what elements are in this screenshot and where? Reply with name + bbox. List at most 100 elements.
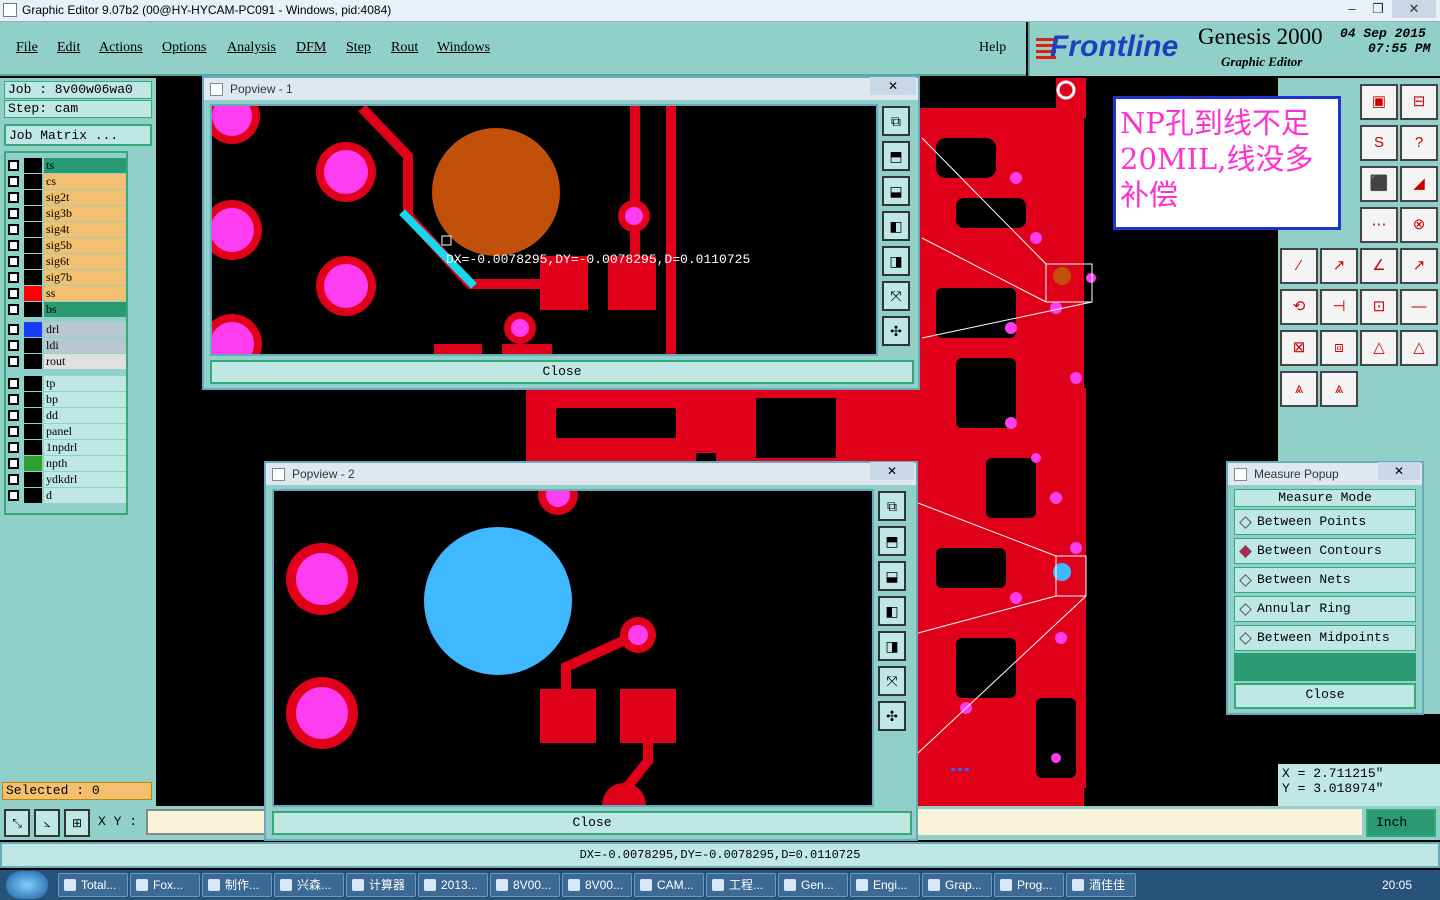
layer-row-rout[interactable]: rout — [8, 354, 126, 369]
taskbar-item[interactable]: Total... — [58, 873, 128, 897]
job-matrix-button[interactable]: Job Matrix ... — [4, 124, 152, 146]
layer-checkbox[interactable] — [8, 474, 19, 485]
tool-icon[interactable]: ◢ — [1400, 166, 1438, 202]
popview-2-canvas[interactable] — [272, 489, 874, 807]
layer-checkbox[interactable] — [8, 288, 19, 299]
layer-color-swatch[interactable] — [24, 354, 42, 369]
measure-popup-close-icon[interactable]: ✕ — [1378, 462, 1420, 480]
layer-color-swatch[interactable] — [24, 456, 42, 471]
tool-icon[interactable]: ⬛ — [1360, 166, 1398, 202]
layer-row-sig6t[interactable]: sig6t — [8, 254, 126, 269]
popview-1-canvas[interactable]: DX=-0.0078295,DY=-0.0078295,D=0.0110725 — [210, 104, 878, 356]
layer-color-swatch[interactable] — [24, 190, 42, 205]
menu-dfm[interactable]: DFM — [296, 40, 326, 56]
view-tool-icon[interactable]: ◨ — [882, 246, 910, 276]
layer-name[interactable]: drl — [44, 322, 126, 337]
tool-icon[interactable]: ⩓ — [1320, 371, 1358, 407]
layer-checkbox[interactable] — [8, 426, 19, 437]
layer-name[interactable]: sig4t — [44, 222, 126, 237]
layer-color-swatch[interactable] — [24, 440, 42, 455]
layer-color-swatch[interactable] — [24, 488, 42, 503]
view-tool-icon[interactable]: ◧ — [878, 596, 906, 626]
taskbar-item[interactable]: Gen... — [778, 873, 848, 897]
layer-checkbox[interactable] — [8, 272, 19, 283]
view-tool-icon[interactable]: ⧉ — [882, 106, 910, 136]
tool-icon[interactable]: ⟲ — [1280, 289, 1318, 325]
layer-name[interactable]: sig3b — [44, 206, 126, 221]
popview-1-close-icon[interactable]: ✕ — [870, 77, 916, 95]
taskbar-item[interactable]: 制作... — [202, 873, 272, 897]
taskbar-item[interactable]: 兴森... — [274, 873, 344, 897]
layer-checkbox[interactable] — [8, 442, 19, 453]
layer-checkbox[interactable] — [8, 394, 19, 405]
radio-diamond-icon[interactable] — [1239, 603, 1252, 616]
view-tool-icon[interactable]: ◨ — [878, 631, 906, 661]
layer-row-sig3b[interactable]: sig3b — [8, 206, 126, 221]
tool-icon[interactable]: ⊠ — [1280, 330, 1318, 366]
layer-row-ss[interactable]: ss — [8, 286, 126, 301]
popview-2-close-icon[interactable]: ✕ — [870, 462, 914, 480]
layer-row-sig5b[interactable]: sig5b — [8, 238, 126, 253]
layer-checkbox[interactable] — [8, 458, 19, 469]
taskbar-item[interactable]: 8V00... — [490, 873, 560, 897]
layer-checkbox[interactable] — [8, 340, 19, 351]
measure-mode-option[interactable]: Between Nets — [1234, 567, 1416, 593]
layer-checkbox[interactable] — [8, 304, 19, 315]
menu-analysis[interactable]: Analysis — [227, 40, 276, 56]
taskbar-item[interactable]: Fox... — [130, 873, 200, 897]
menu-file[interactable]: File — [16, 40, 38, 56]
layer-color-swatch[interactable] — [24, 302, 42, 317]
layer-name[interactable]: sig2t — [44, 190, 126, 205]
layer-name[interactable]: 1npdrl — [44, 440, 126, 455]
tool-icon[interactable]: ⧈ — [1320, 330, 1358, 366]
layer-color-swatch[interactable] — [24, 472, 42, 487]
tool-icon[interactable]: ⊟ — [1400, 84, 1438, 120]
layer-checkbox[interactable] — [8, 208, 19, 219]
layer-name[interactable]: sig6t — [44, 254, 126, 269]
tool-icon[interactable]: △ — [1360, 330, 1398, 366]
tool-icon[interactable]: ⊗ — [1400, 207, 1438, 243]
layer-color-swatch[interactable] — [24, 174, 42, 189]
layer-name[interactable]: panel — [44, 424, 126, 439]
layer-checkbox[interactable] — [8, 224, 19, 235]
layer-checkbox[interactable] — [8, 410, 19, 421]
start-button[interactable] — [6, 871, 48, 899]
popview-1-close-button[interactable]: Close — [210, 360, 914, 384]
tool-icon[interactable]: ▣ — [1360, 84, 1398, 120]
layer-name[interactable]: bs — [44, 302, 126, 317]
measure-popup-close-button[interactable]: Close — [1234, 683, 1416, 709]
view-tool-icon[interactable]: ⧉ — [878, 491, 906, 521]
radio-diamond-icon[interactable] — [1239, 632, 1252, 645]
units-select[interactable]: Inch — [1366, 809, 1436, 837]
layer-name[interactable]: ldi — [44, 338, 126, 353]
layer-row-ldi[interactable]: ldi — [8, 338, 126, 353]
layer-name[interactable]: sig7b — [44, 270, 126, 285]
snap-icon[interactable]: ⤡ — [4, 809, 30, 837]
tool-icon[interactable]: — — [1400, 289, 1438, 325]
layer-name[interactable]: sig5b — [44, 238, 126, 253]
layer-row-d[interactable]: d — [8, 488, 126, 503]
layer-row-panel[interactable]: panel — [8, 424, 126, 439]
layer-name[interactable]: dd — [44, 408, 126, 423]
layer-row-1npdrl[interactable]: 1npdrl — [8, 440, 126, 455]
measure-mode-option[interactable]: Between Midpoints — [1234, 625, 1416, 651]
layer-name[interactable]: tp — [44, 376, 126, 391]
tool-icon[interactable]: △ — [1400, 330, 1438, 366]
menu-edit[interactable]: Edit — [57, 40, 80, 56]
xy-input[interactable] — [146, 809, 266, 835]
layer-name[interactable]: ss — [44, 286, 126, 301]
menu-step[interactable]: Step — [346, 40, 371, 56]
taskbar-item[interactable]: CAM... — [634, 873, 704, 897]
layer-checkbox[interactable] — [8, 324, 19, 335]
layer-color-swatch[interactable] — [24, 254, 42, 269]
tool-icon[interactable]: ⁄ — [1280, 248, 1318, 284]
layer-checkbox[interactable] — [8, 240, 19, 251]
view-tool-icon[interactable]: ✣ — [878, 701, 906, 731]
taskbar-item[interactable]: 8V00... — [562, 873, 632, 897]
layer-row-bp[interactable]: bp — [8, 392, 126, 407]
layer-name[interactable]: ts — [44, 158, 126, 173]
menu-windows[interactable]: Windows — [437, 40, 490, 56]
tool-icon[interactable]: ⊡ — [1360, 289, 1398, 325]
radio-diamond-icon[interactable] — [1239, 516, 1252, 529]
view-tool-icon[interactable]: ⬓ — [878, 561, 906, 591]
